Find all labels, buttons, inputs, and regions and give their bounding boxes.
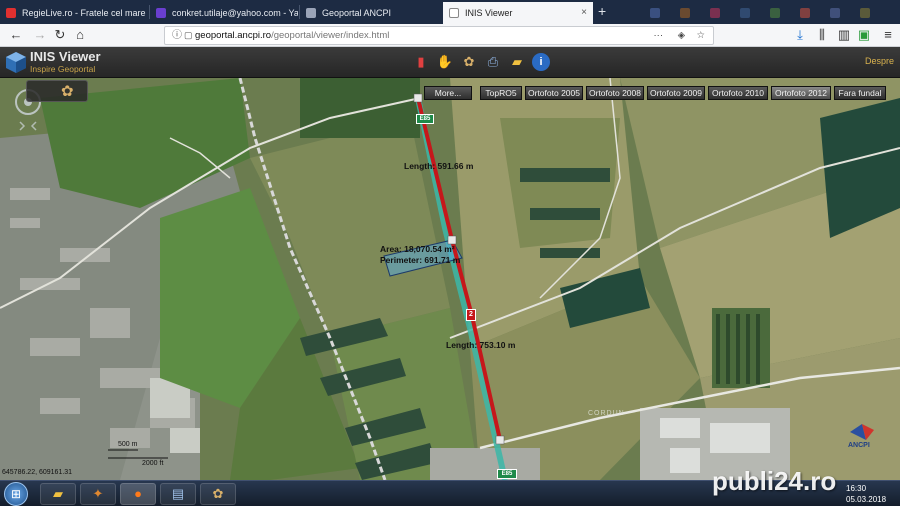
bookmark-star-icon[interactable]: ☆ <box>696 27 705 44</box>
palette-icon: ✿ <box>61 83 74 100</box>
close-tab-icon[interactable]: × <box>581 2 587 24</box>
tab-inis-viewer[interactable]: INIS Viewer × <box>443 2 593 24</box>
back-icon[interactable]: ← <box>8 27 24 43</box>
length-label-bottom: Length: 753.10 m <box>446 340 516 350</box>
perimeter-label: Perimeter: 691.71 m <box>380 255 461 265</box>
taskbar-app-paint[interactable]: ✿ <box>200 483 236 505</box>
tab-favicon-icon <box>6 8 16 18</box>
layer-ortofoto-2009-button[interactable]: Ortofoto 2009 <box>647 86 705 100</box>
browser-tab-bar: RegieLive.ro - Fratele cel mare conkret.… <box>0 0 900 24</box>
download-icon[interactable]: ⤓ <box>792 27 808 43</box>
map-viewport[interactable]: ✿ More... TopRO5 Ortofoto 2005 Ortofoto … <box>0 78 900 480</box>
sidebar-icon[interactable]: ▥ <box>836 27 852 43</box>
info-icon[interactable]: ⓘ <box>172 27 182 44</box>
lock-icon: ▢ <box>184 30 193 40</box>
layer-ortofoto-2005-button[interactable]: Ortofoto 2005 <box>525 86 583 100</box>
taskbar-app-network[interactable]: ▤ <box>160 483 196 505</box>
bookmark-tool-icon[interactable]: ▮ <box>412 53 430 71</box>
about-link[interactable]: Despre <box>865 56 894 66</box>
start-button[interactable]: ⊞ <box>4 482 28 506</box>
scale-feet: 2000 ft <box>142 460 164 467</box>
layer-ortofoto-2010-button[interactable]: Ortofoto 2010 <box>708 86 768 100</box>
layer-more-button[interactable]: More... <box>424 86 472 100</box>
place-label: CORDUN <box>588 410 625 417</box>
url-host: geoportal.ancpi.ro <box>195 30 272 41</box>
layer-topro5-button[interactable]: TopRO5 <box>480 86 522 100</box>
forward-icon[interactable]: → <box>32 27 48 43</box>
extension-icon[interactable]: ▣ <box>856 27 872 43</box>
tab-label: Geoportal ANCPI <box>322 8 392 18</box>
pocket-icon[interactable]: ◈ <box>678 27 685 44</box>
pan-tool-icon[interactable]: ✋ <box>436 53 454 71</box>
ancpi-logo-text: ANCPI <box>848 442 870 449</box>
home-icon[interactable]: ⌂ <box>72 27 88 43</box>
browser-nav-bar: ← → ↻ ⌂ ⓘ ▢ geoportal.ancpi.ro/geoportal… <box>0 24 900 47</box>
vertex-marker[interactable]: 2 <box>466 309 476 321</box>
taskbar-app-games[interactable]: ✦ <box>80 483 116 505</box>
tab-regielive[interactable]: RegieLive.ro - Fratele cel mare <box>0 2 148 24</box>
taskbar-explorer[interactable]: ▰ <box>40 483 76 505</box>
basemap-switcher[interactable]: ✿ <box>26 80 88 102</box>
layer-ortofoto-2008-button[interactable]: Ortofoto 2008 <box>586 86 644 100</box>
app-header: INIS Viewer Inspire Geoportal ▮ ✋ ✿ ⎙ ▰ … <box>0 47 900 78</box>
tab-favicon-icon <box>449 8 459 18</box>
tab-yahoo-mail[interactable]: conkret.utilaje@yahoo.com - Yah <box>150 2 298 24</box>
page-actions-icon[interactable]: ··· <box>654 27 664 44</box>
road-sign-e85-bottom: E85 <box>497 469 517 479</box>
tab-geoportal[interactable]: Geoportal ANCPI <box>300 2 442 24</box>
url-bar[interactable]: ⓘ ▢ geoportal.ancpi.ro/geoportal/viewer/… <box>164 26 714 45</box>
taskbar-firefox[interactable]: ● <box>120 483 156 505</box>
tab-label: INIS Viewer <box>465 8 513 18</box>
palette-tool-icon[interactable]: ✿ <box>460 53 478 71</box>
coordinates-readout: 645786.22, 609161.31 <box>2 469 73 476</box>
satellite-imagery <box>0 78 900 480</box>
folder-tool-icon[interactable]: ▰ <box>508 53 526 71</box>
url-path: /geoportal/viewer/index.html <box>271 30 390 41</box>
app-title: INIS Viewer <box>30 49 101 64</box>
length-label-top: Length: 591.66 m <box>404 161 474 171</box>
clock-date: 05.03.2018 <box>846 495 887 504</box>
watermark: publi24.ro <box>712 466 837 496</box>
inis-logo-icon <box>6 52 26 73</box>
area-label: Area: 18,070.54 m² <box>380 244 455 254</box>
clock-time: 16:30 <box>846 484 867 493</box>
layer-ortofoto-2012-button[interactable]: Ortofoto 2012 <box>771 86 831 100</box>
scale-meters: 500 m <box>118 441 138 448</box>
windows-logo-icon: ⊞ <box>11 487 22 501</box>
tab-overflow-icons <box>650 8 890 18</box>
layer-fara-fundal-button[interactable]: Fara fundal <box>834 86 886 100</box>
tab-favicon-icon <box>306 8 316 18</box>
road-sign-e85-top: E85 <box>416 114 434 124</box>
app-subtitle: Inspire Geoportal <box>30 64 96 74</box>
mail-icon <box>156 8 166 18</box>
new-tab-button[interactable]: + <box>598 3 606 19</box>
tab-label: conkret.utilaje@yahoo.com - Yah <box>172 8 298 18</box>
menu-icon[interactable]: ≡ <box>880 27 896 43</box>
reload-icon[interactable]: ↻ <box>52 27 68 43</box>
info-tool-icon[interactable]: i <box>532 53 550 71</box>
print-tool-icon[interactable]: ⎙ <box>484 53 502 71</box>
library-icon[interactable]: ⫼ <box>814 27 830 43</box>
tab-label: RegieLive.ro - Fratele cel mare <box>22 8 146 18</box>
